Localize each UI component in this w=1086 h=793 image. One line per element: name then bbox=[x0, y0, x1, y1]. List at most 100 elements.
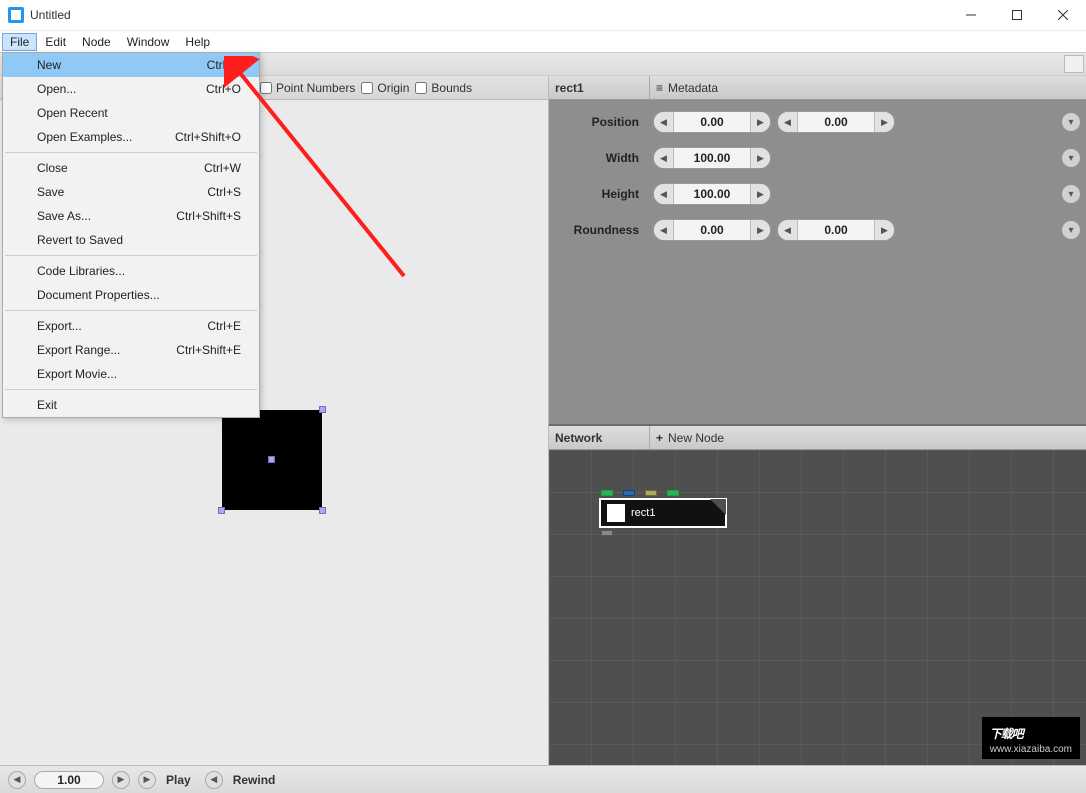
handle-bottom-left[interactable] bbox=[218, 507, 225, 514]
expand-row-icon[interactable] bbox=[1062, 113, 1080, 131]
handle-center[interactable] bbox=[268, 456, 275, 463]
roundness-y-spinner[interactable]: 0.00 bbox=[777, 219, 895, 241]
port-in-1[interactable] bbox=[601, 490, 613, 496]
inc-icon[interactable] bbox=[874, 220, 894, 240]
position-x-value: 0.00 bbox=[674, 115, 750, 129]
inc-icon[interactable] bbox=[874, 112, 894, 132]
play-button[interactable] bbox=[138, 771, 156, 789]
plus-icon bbox=[656, 431, 663, 445]
app-icon bbox=[8, 7, 24, 23]
watermark-brand: 下载吧 bbox=[990, 727, 1023, 741]
menu-window[interactable]: Window bbox=[119, 33, 178, 51]
menu-item-new[interactable]: NewCtrl+N bbox=[3, 53, 259, 77]
expand-row-icon[interactable] bbox=[1062, 185, 1080, 203]
inc-icon[interactable] bbox=[750, 112, 770, 132]
dec-icon[interactable] bbox=[654, 148, 674, 168]
height-value: 100.00 bbox=[674, 187, 750, 201]
expand-row-icon[interactable] bbox=[1062, 221, 1080, 239]
menu-node[interactable]: Node bbox=[74, 33, 119, 51]
bounds-checkbox[interactable]: Bounds bbox=[415, 81, 472, 95]
dec-icon[interactable] bbox=[654, 112, 674, 132]
metadata-tab[interactable]: Metadata bbox=[649, 76, 1086, 99]
toolbar-overflow-button[interactable] bbox=[1064, 55, 1084, 73]
position-x-spinner[interactable]: 0.00 bbox=[653, 111, 771, 133]
menu-item-save[interactable]: SaveCtrl+S bbox=[3, 180, 259, 204]
inc-icon[interactable] bbox=[750, 148, 770, 168]
menu-separator bbox=[5, 310, 257, 311]
menu-item-label: Export Movie... bbox=[37, 367, 117, 381]
menu-help[interactable]: Help bbox=[177, 33, 218, 51]
window-title: Untitled bbox=[30, 8, 948, 22]
watermark-url: www.xiazaiba.com bbox=[990, 744, 1072, 755]
port-in-2[interactable] bbox=[623, 490, 635, 496]
position-y-spinner[interactable]: 0.00 bbox=[777, 111, 895, 133]
network-label: Network bbox=[549, 431, 649, 445]
handle-top-right[interactable] bbox=[319, 406, 326, 413]
origin-checkbox[interactable]: Origin bbox=[361, 81, 409, 95]
rewind-button[interactable] bbox=[205, 771, 223, 789]
frame-field[interactable]: 1.00 bbox=[34, 771, 104, 789]
menu-item-revert-to-saved[interactable]: Revert to Saved bbox=[3, 228, 259, 252]
node-input-ports bbox=[601, 490, 679, 496]
roundness-y-value: 0.00 bbox=[798, 223, 874, 237]
play-label: Play bbox=[166, 773, 191, 787]
expand-row-icon[interactable] bbox=[1062, 149, 1080, 167]
watermark: 下载吧 www.xiazaiba.com bbox=[982, 717, 1080, 759]
menu-item-code-libraries[interactable]: Code Libraries... bbox=[3, 259, 259, 283]
menu-item-shortcut: Ctrl+Shift+O bbox=[175, 130, 241, 144]
menu-separator bbox=[5, 389, 257, 390]
minimize-button[interactable] bbox=[948, 0, 994, 30]
node-name-label: rect1 bbox=[631, 507, 655, 519]
maximize-button[interactable] bbox=[994, 0, 1040, 30]
network-node-rect1[interactable]: rect1 bbox=[599, 498, 727, 528]
menu-item-export-range[interactable]: Export Range...Ctrl+Shift+E bbox=[3, 338, 259, 362]
menu-edit[interactable]: Edit bbox=[37, 33, 74, 51]
close-button[interactable] bbox=[1040, 0, 1086, 30]
menu-item-label: Save bbox=[37, 185, 64, 199]
width-spinner[interactable]: 100.00 bbox=[653, 147, 771, 169]
menu-item-label: Export Range... bbox=[37, 343, 120, 357]
menu-item-export-movie[interactable]: Export Movie... bbox=[3, 362, 259, 386]
menu-item-save-as[interactable]: Save As...Ctrl+Shift+S bbox=[3, 204, 259, 228]
menu-item-label: Revert to Saved bbox=[37, 233, 123, 247]
frame-next-button[interactable] bbox=[112, 771, 130, 789]
dec-icon[interactable] bbox=[778, 220, 798, 240]
menu-separator bbox=[5, 152, 257, 153]
inc-icon[interactable] bbox=[750, 184, 770, 204]
menubar: File Edit Node Window Help bbox=[0, 30, 1086, 52]
port-out-1[interactable] bbox=[601, 530, 613, 536]
menu-item-open-recent[interactable]: Open Recent bbox=[3, 101, 259, 125]
roundness-x-value: 0.00 bbox=[674, 223, 750, 237]
height-spinner[interactable]: 100.00 bbox=[653, 183, 771, 205]
roundness-x-spinner[interactable]: 0.00 bbox=[653, 219, 771, 241]
dec-icon[interactable] bbox=[654, 184, 674, 204]
position-y-value: 0.00 bbox=[798, 115, 874, 129]
menu-item-shortcut: Ctrl+W bbox=[204, 161, 241, 175]
handle-bottom-right[interactable] bbox=[319, 507, 326, 514]
prop-label-height: Height bbox=[555, 187, 647, 201]
prop-row-roundness: Roundness 0.00 0.00 bbox=[549, 212, 1086, 248]
menu-item-export[interactable]: Export... Ctrl+E bbox=[3, 314, 259, 338]
menu-item-document-properties[interactable]: Document Properties... bbox=[3, 283, 259, 307]
menu-item-label: Export... bbox=[37, 319, 82, 333]
file-menu-dropdown: NewCtrl+NOpen...Ctrl+OOpen RecentOpen Ex… bbox=[2, 52, 260, 418]
prop-row-width: Width 100.00 bbox=[549, 140, 1086, 176]
new-node-label: New Node bbox=[668, 431, 724, 445]
canvas-shape-rect[interactable] bbox=[222, 410, 322, 510]
dec-icon[interactable] bbox=[778, 112, 798, 132]
menu-item-shortcut: Ctrl+E bbox=[207, 319, 241, 333]
menu-file[interactable]: File bbox=[2, 33, 37, 51]
point-numbers-label: Point Numbers bbox=[276, 81, 355, 95]
menu-item-close[interactable]: CloseCtrl+W bbox=[3, 156, 259, 180]
menu-item-label: Save As... bbox=[37, 209, 91, 223]
frame-prev-button[interactable] bbox=[8, 771, 26, 789]
menu-item-exit[interactable]: Exit bbox=[3, 393, 259, 417]
port-in-4[interactable] bbox=[667, 490, 679, 496]
inc-icon[interactable] bbox=[750, 220, 770, 240]
menu-item-open-examples[interactable]: Open Examples...Ctrl+Shift+O bbox=[3, 125, 259, 149]
new-node-button[interactable]: New Node bbox=[649, 426, 1086, 449]
dec-icon[interactable] bbox=[654, 220, 674, 240]
port-in-3[interactable] bbox=[645, 490, 657, 496]
point-numbers-checkbox[interactable]: Point Numbers bbox=[260, 81, 355, 95]
menu-item-open[interactable]: Open...Ctrl+O bbox=[3, 77, 259, 101]
